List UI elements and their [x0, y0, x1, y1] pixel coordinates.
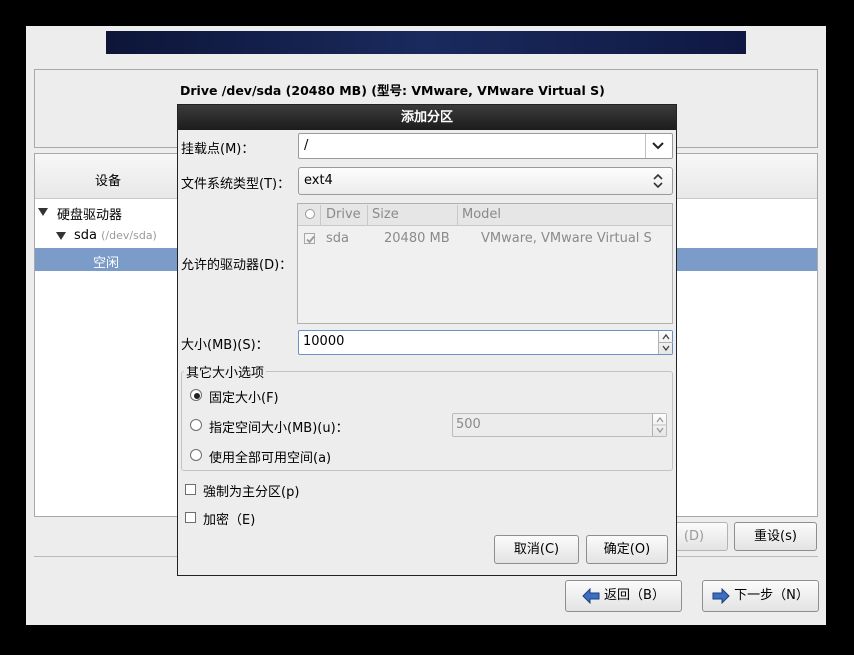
- allowed-drives-label: 允许的驱动器(D)：: [181, 258, 293, 273]
- drive-model: VMware, VMware Virtual S: [481, 231, 652, 246]
- mount-point-value: /: [304, 138, 309, 153]
- fs-type-label: 文件系统类型(T)：: [181, 177, 291, 192]
- tree-item-free-label: 空闲: [93, 256, 120, 271]
- fs-type-select[interactable]: ext4: [298, 167, 673, 195]
- divider: [367, 205, 368, 225]
- drive-name: sda: [326, 231, 349, 246]
- size-label: 大小(MB)(S)：: [181, 338, 269, 353]
- next-button-label: 下一步（N）: [734, 588, 809, 603]
- chevron-down-icon[interactable]: [651, 141, 665, 151]
- next-button[interactable]: 下一步（N）: [702, 580, 819, 612]
- drive-title: Drive /dev/sda (20480 MB) (型号: VMware, V…: [180, 83, 605, 98]
- fill-space-radio[interactable]: [190, 449, 202, 461]
- size-value: 10000: [303, 334, 345, 349]
- back-button-label: 返回（B）: [604, 588, 665, 603]
- tree-item-hard-drives[interactable]: 硬盘驱动器: [57, 204, 122, 223]
- force-primary-checkbox[interactable]: [185, 484, 196, 495]
- fixed-size-radio[interactable]: [190, 389, 202, 401]
- drive-size: 20480 MB: [384, 231, 450, 246]
- divider: [645, 134, 646, 158]
- tree-item-sda-path: (/dev/sda): [101, 229, 157, 242]
- size-spin-buttons[interactable]: [658, 331, 673, 354]
- upto-spin-buttons[interactable]: [652, 414, 667, 436]
- expander-down-icon[interactable]: [38, 208, 48, 216]
- column-size[interactable]: Size: [372, 207, 399, 222]
- ok-button[interactable]: 确定(O): [586, 535, 668, 564]
- force-primary-label[interactable]: 強制为主分区(p): [203, 481, 299, 500]
- upto-size-spinbox[interactable]: 500: [452, 413, 667, 437]
- encrypt-checkbox[interactable]: [185, 512, 196, 523]
- column-model[interactable]: Model: [462, 207, 501, 222]
- expander-down-icon[interactable]: [56, 232, 66, 240]
- fill-space-label[interactable]: 使用全部可用空间(a): [209, 447, 331, 466]
- upto-size-value: 500: [456, 417, 481, 432]
- upto-size-radio[interactable]: [190, 419, 202, 431]
- column-toggle-icon[interactable]: [305, 209, 315, 219]
- installer-banner: [106, 31, 746, 54]
- updown-arrows-icon: [652, 173, 664, 189]
- upto-size-label[interactable]: 指定空间大小(MB)(u)：: [209, 417, 349, 436]
- reset-button[interactable]: 重设(s): [734, 522, 817, 551]
- fixed-size-label[interactable]: 固定大小(F): [209, 387, 279, 406]
- divider: [457, 205, 458, 225]
- arrow-right-icon: [712, 587, 730, 604]
- column-drive[interactable]: Drive: [326, 207, 361, 222]
- drive-checkbox[interactable]: [304, 233, 315, 244]
- device-column-header: 设备: [95, 174, 122, 189]
- drive-row[interactable]: sda 20480 MB VMware, VMware Virtual S: [298, 228, 672, 250]
- arrow-left-icon: [582, 587, 600, 604]
- other-size-options-title: 其它大小选项: [184, 362, 267, 381]
- fs-type-value: ext4: [304, 173, 333, 188]
- mount-point-combobox[interactable]: /: [298, 133, 673, 159]
- mount-point-label: 挂载点(M)：: [181, 142, 255, 157]
- cancel-button[interactable]: 取消(C): [494, 535, 579, 564]
- size-spinbox[interactable]: 10000: [298, 330, 673, 355]
- back-button[interactable]: 返回（B）: [565, 580, 682, 612]
- tree-item-sda[interactable]: sda (/dev/sda): [74, 228, 157, 243]
- encrypt-label[interactable]: 加密（E): [203, 509, 255, 528]
- dialog-title: 添加分区: [178, 105, 676, 130]
- divider: [320, 205, 321, 225]
- tree-item-sda-label: sda: [74, 228, 97, 243]
